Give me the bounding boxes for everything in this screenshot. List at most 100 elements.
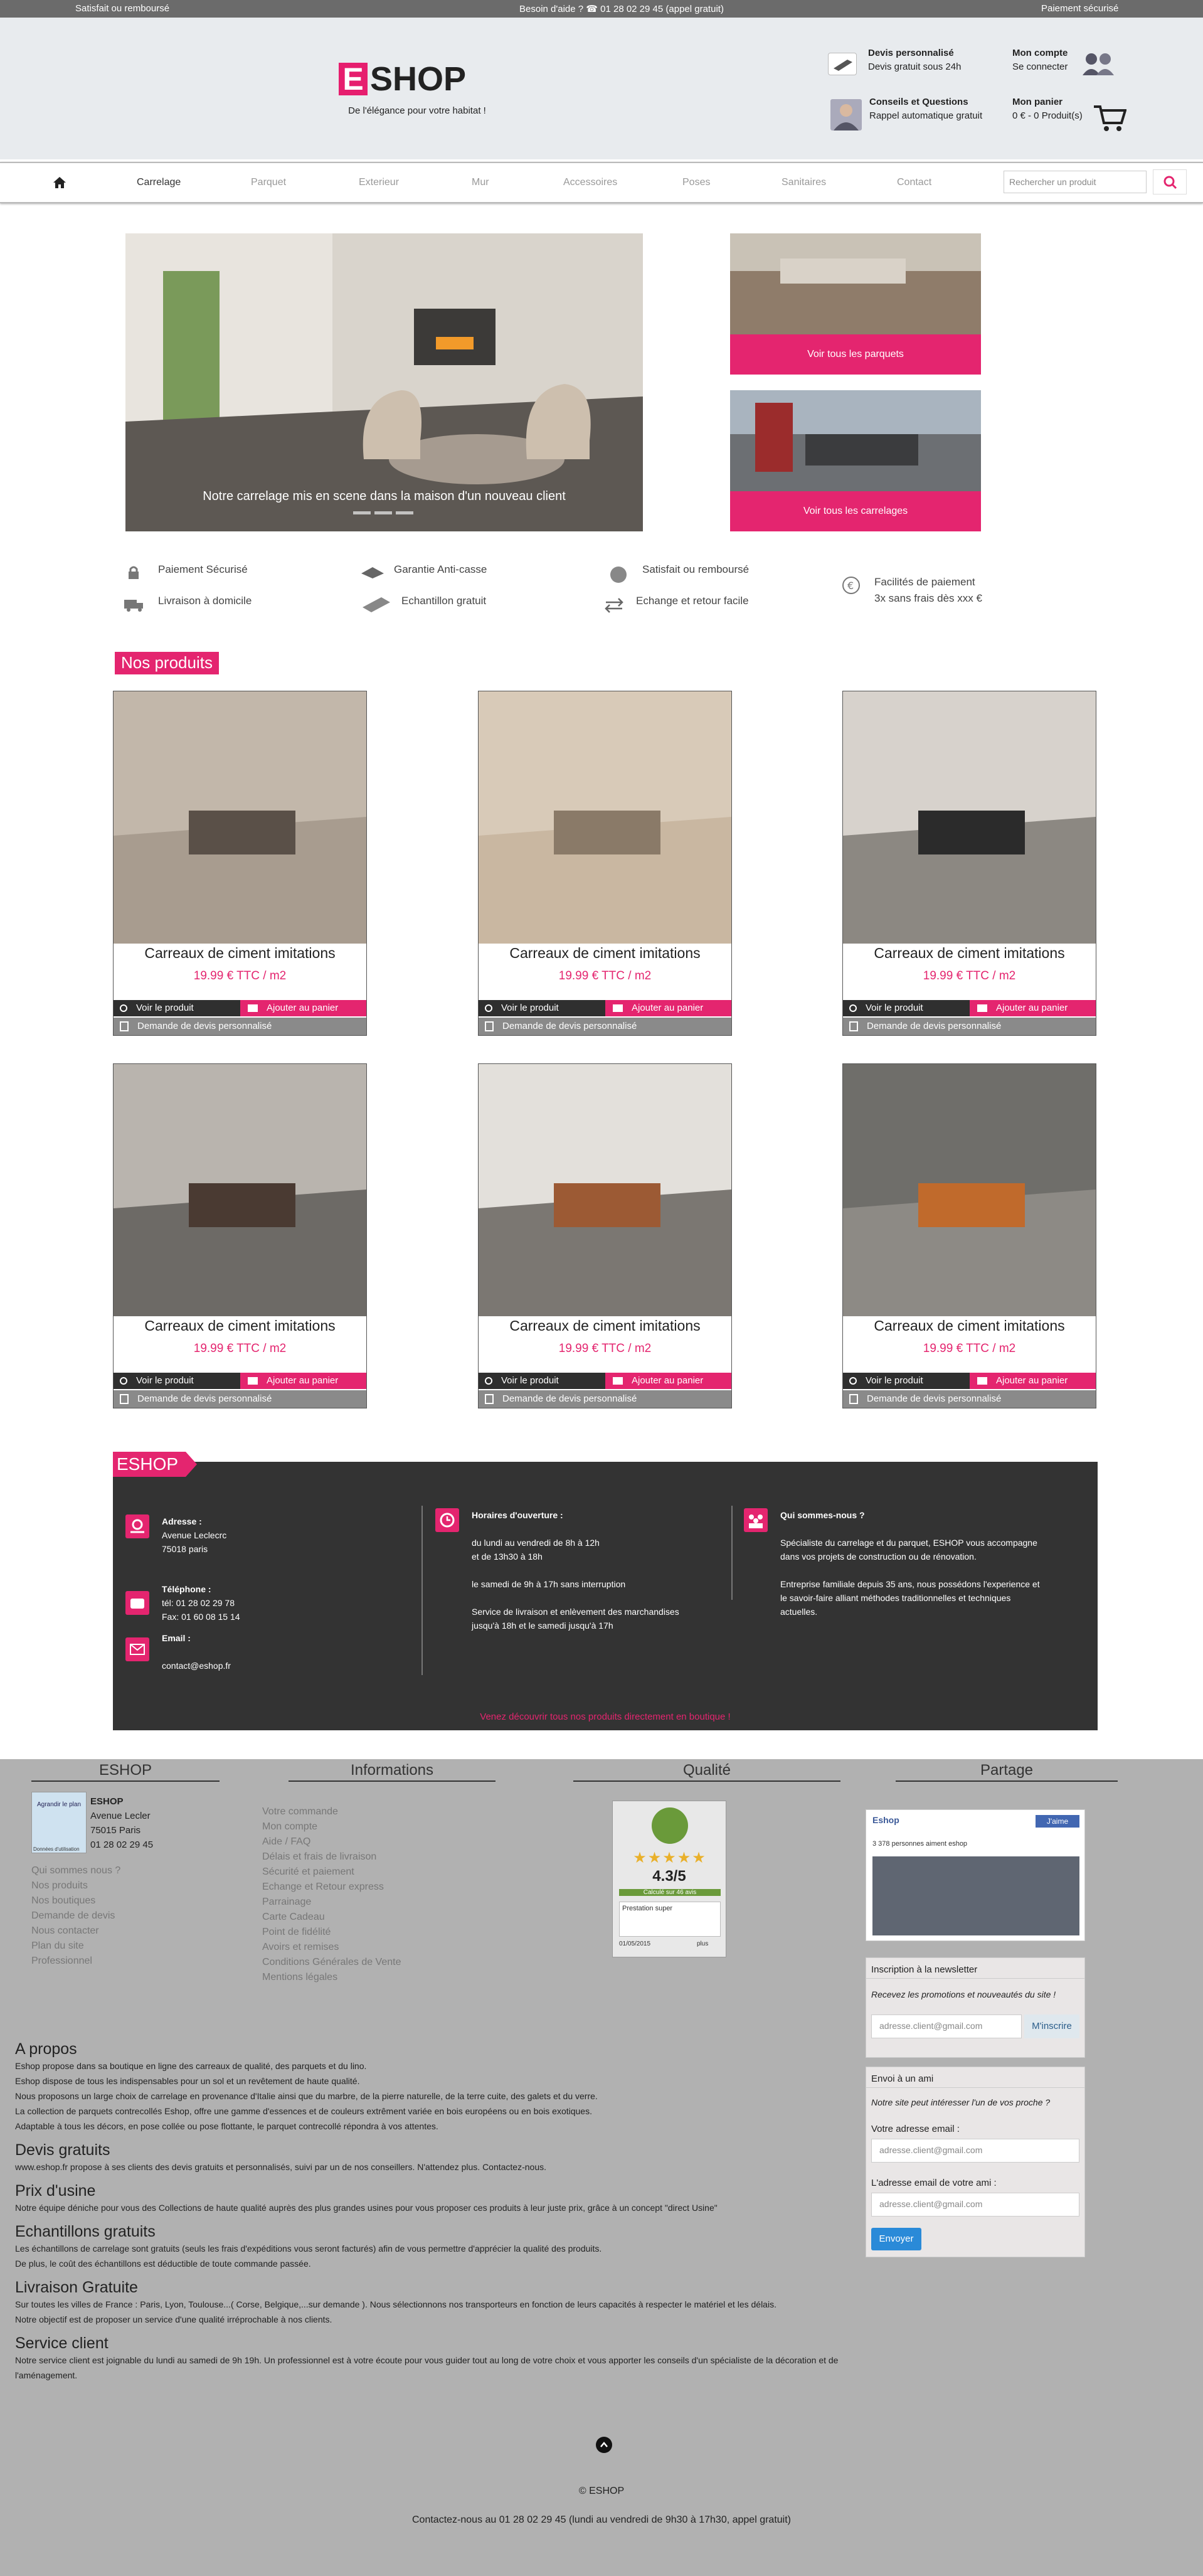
product-image[interactable] <box>843 1064 1096 1316</box>
request-quote-button[interactable]: Demande de devis personnalisé <box>479 1390 731 1408</box>
product-card[interactable]: Carreaux de ciment imitations 19.99 € TTC… <box>478 1063 732 1408</box>
search-input[interactable]: Rechercher un produit <box>1004 171 1147 193</box>
send-button[interactable]: Envoyer <box>871 2228 921 2250</box>
fb-page-name[interactable]: Eshop <box>872 1815 899 1825</box>
request-quote-button[interactable]: Demande de devis personnalisé <box>479 1018 731 1035</box>
product-card[interactable]: Carreaux de ciment imitations 19.99 € TTC… <box>113 1063 367 1408</box>
footer-link[interactable]: Nos produits <box>31 1878 120 1893</box>
view-product-button[interactable]: Voir le produit <box>843 1373 970 1389</box>
header-quote[interactable]: Devis personnalisé Devis gratuit sous 24… <box>868 46 961 74</box>
parquet-promo[interactable]: Voir tous les parquets <box>730 233 981 375</box>
view-product-button[interactable]: Voir le produit <box>114 1373 240 1389</box>
header-account[interactable]: Mon compte Se connecter <box>1012 46 1068 74</box>
quote-icon[interactable] <box>828 53 857 75</box>
product-name[interactable]: Carreaux de ciment imitations <box>843 1317 1096 1334</box>
add-to-cart-button[interactable]: Ajouter au panier <box>240 1000 366 1016</box>
carrelage-promo[interactable]: Voir tous les carrelages <box>730 390 981 531</box>
footer-link[interactable]: Parrainage <box>262 1895 401 1910</box>
email-value[interactable]: contact@eshop.fr <box>162 1661 231 1671</box>
facebook-widget[interactable]: Eshop J'aime 3 378 personnes aiment esho… <box>866 1809 1085 1941</box>
hero-slider[interactable]: Notre carrelage mis en scene dans la mai… <box>125 233 643 531</box>
footer-link[interactable]: Echange et Retour express <box>262 1880 401 1895</box>
view-product-button[interactable]: Voir le produit <box>843 1000 970 1016</box>
phone-icon <box>125 1591 149 1615</box>
product-name[interactable]: Carreaux de ciment imitations <box>114 1317 366 1334</box>
slider-dots[interactable] <box>353 506 417 518</box>
add-to-cart-button[interactable]: Ajouter au panier <box>970 1000 1096 1016</box>
footer-link[interactable]: Mon compte <box>262 1819 401 1834</box>
search-button[interactable] <box>1153 169 1187 194</box>
footer-link[interactable]: Votre commande <box>262 1804 401 1819</box>
product-image[interactable] <box>114 691 366 944</box>
nav-contact[interactable]: Contact <box>897 177 931 188</box>
carrelage-link[interactable]: Voir tous les carrelages <box>730 491 981 531</box>
footer-link[interactable]: Professionnel <box>31 1954 120 1969</box>
product-image[interactable] <box>843 691 1096 944</box>
footer-link[interactable]: Demande de devis <box>31 1908 120 1924</box>
product-image[interactable] <box>479 691 731 944</box>
request-quote-button[interactable]: Demande de devis personnalisé <box>114 1018 366 1035</box>
newsletter-email-input[interactable]: adresse.client@gmail.com <box>871 2014 1022 2038</box>
header-cart[interactable]: Mon panier 0 € - 0 Produit(s) <box>1012 95 1083 123</box>
logo-text: SHOP <box>370 60 467 98</box>
add-to-cart-button[interactable]: Ajouter au panier <box>605 1373 731 1389</box>
footer-link[interactable]: Avoirs et remises <box>262 1940 401 1955</box>
footer-link[interactable]: Aide / FAQ <box>262 1834 401 1850</box>
map-enlarge[interactable]: Agrandir le plan <box>32 1792 86 1808</box>
hours-line1: du lundi au vendredi de 8h à 12h <box>472 1538 600 1548</box>
nav-exterieur[interactable]: Exterieur <box>359 177 399 188</box>
newsletter-subscribe-button[interactable]: M'inscrire <box>1024 2014 1079 2038</box>
store-map[interactable]: Agrandir le plan Données d'utilisation <box>31 1792 87 1853</box>
product-card[interactable]: Carreaux de ciment imitations 19.99 € TTC… <box>113 691 367 1036</box>
request-quote-button[interactable]: Demande de devis personnalisé <box>843 1390 1096 1408</box>
product-name[interactable]: Carreaux de ciment imitations <box>114 945 366 962</box>
parquet-link[interactable]: Voir tous les parquets <box>730 334 981 375</box>
logo[interactable]: E SHOP <box>339 45 489 98</box>
add-to-cart-button[interactable]: Ajouter au panier <box>605 1000 731 1016</box>
footer-link[interactable]: Nous contacter <box>31 1924 120 1939</box>
footer-link[interactable]: Sécurité et paiement <box>262 1865 401 1880</box>
add-to-cart-button[interactable]: Ajouter au panier <box>970 1373 1096 1389</box>
view-product-button[interactable]: Voir le produit <box>479 1373 605 1389</box>
footer-link[interactable]: Plan du site <box>31 1939 120 1954</box>
nav-parquet[interactable]: Parquet <box>251 177 286 188</box>
footer-link[interactable]: Nos boutiques <box>31 1893 120 1908</box>
nav-mur[interactable]: Mur <box>472 177 489 188</box>
nav-carrelage[interactable]: Carrelage <box>137 177 181 188</box>
add-to-cart-button[interactable]: Ajouter au panier <box>240 1373 366 1389</box>
footer-link[interactable]: Carte Cadeau <box>262 1910 401 1925</box>
home-icon[interactable] <box>53 176 66 189</box>
header-advice[interactable]: Conseils et Questions Rappel automatique… <box>869 95 982 123</box>
about-text: Notre service client est joignable du lu… <box>15 2355 839 2380</box>
footer-link[interactable]: Point de fidélité <box>262 1925 401 1940</box>
cart-icon[interactable] <box>1093 103 1127 133</box>
request-quote-button[interactable]: Demande de devis personnalisé <box>114 1390 366 1408</box>
friend-email-input[interactable]: adresse.client@gmail.com <box>871 2193 1079 2217</box>
footer-link[interactable]: Délais et frais de livraison <box>262 1850 401 1865</box>
review-more-link[interactable]: plus <box>697 1940 708 1947</box>
back-to-top-icon[interactable] <box>596 2437 612 2453</box>
sender-email-input[interactable]: adresse.client@gmail.com <box>871 2139 1079 2163</box>
product-image[interactable] <box>114 1064 366 1316</box>
account-users-icon[interactable] <box>1079 50 1118 78</box>
about-text: Adaptable à tous les décors, en pose col… <box>15 2121 438 2131</box>
nav-accessoires[interactable]: Accessoires <box>563 177 617 188</box>
product-name[interactable]: Carreaux de ciment imitations <box>479 945 731 962</box>
reviews-widget[interactable]: ★★★★★ 4.3/5 Calculé sur 46 avis Prestati… <box>612 1801 726 1957</box>
nav-poses[interactable]: Poses <box>682 177 710 188</box>
product-name[interactable]: Carreaux de ciment imitations <box>479 1317 731 1334</box>
product-card[interactable]: Carreaux de ciment imitations 19.99 € TTC… <box>842 1063 1096 1408</box>
footer-link[interactable]: Qui sommes nous ? <box>31 1863 120 1878</box>
fb-like-button[interactable]: J'aime <box>1036 1815 1079 1828</box>
product-card[interactable]: Carreaux de ciment imitations 19.99 € TTC… <box>842 691 1096 1036</box>
request-quote-button[interactable]: Demande de devis personnalisé <box>843 1018 1096 1035</box>
product-name[interactable]: Carreaux de ciment imitations <box>843 945 1096 962</box>
friend-email-label: Votre adresse email : <box>871 2124 960 2134</box>
footer-link[interactable]: Mentions légales <box>262 1970 401 1985</box>
nav-sanitaires[interactable]: Sanitaires <box>782 177 826 188</box>
product-image[interactable] <box>479 1064 731 1316</box>
view-product-button[interactable]: Voir le produit <box>114 1000 240 1016</box>
product-card[interactable]: Carreaux de ciment imitations 19.99 € TTC… <box>478 691 732 1036</box>
view-product-button[interactable]: Voir le produit <box>479 1000 605 1016</box>
footer-link[interactable]: Conditions Générales de Vente <box>262 1955 401 1970</box>
